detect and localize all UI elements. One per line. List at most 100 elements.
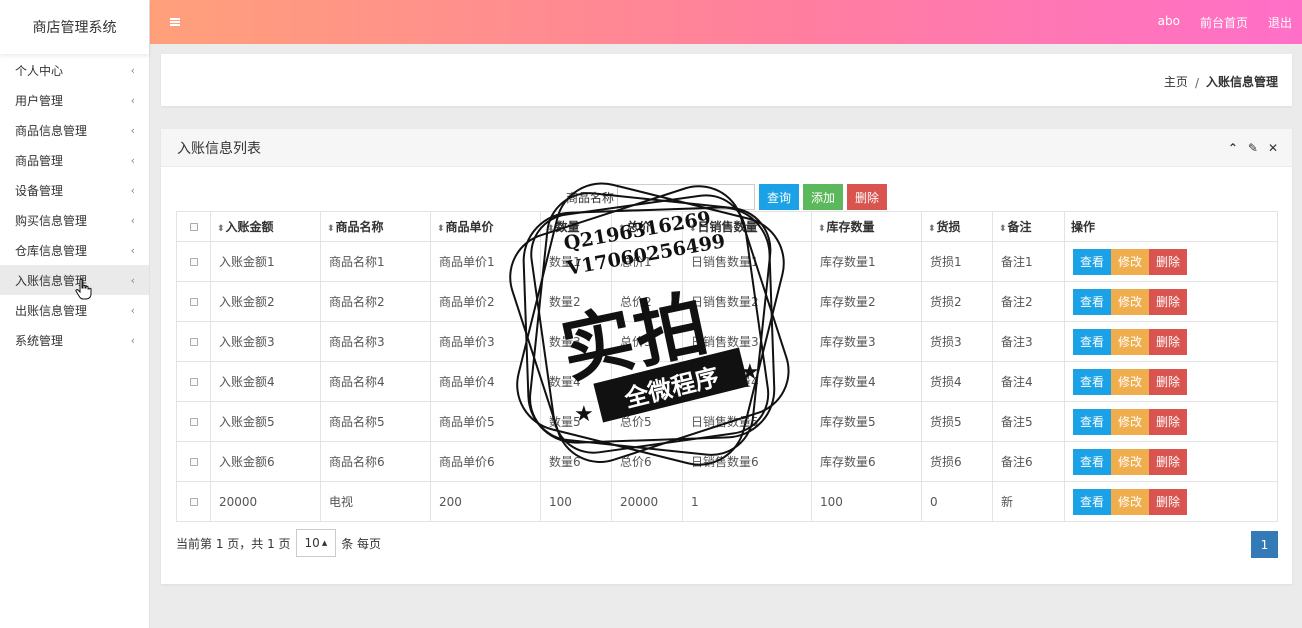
row-checkbox[interactable]: [189, 498, 198, 506]
page-button-current[interactable]: 1: [1251, 531, 1278, 558]
edit-button[interactable]: 修改: [1111, 368, 1150, 395]
table-cell: 商品名称2: [320, 281, 431, 322]
page-size-select[interactable]: 10 ▲: [295, 529, 337, 557]
collapse-icon[interactable]: ⌃: [1228, 141, 1238, 155]
view-button[interactable]: 查看: [1073, 448, 1112, 475]
panel-header: 入账信息列表 ⌃ ✎ ✕: [161, 129, 1292, 167]
sidebar: 商店管理系统 个人中心 ‹ 用户管理 ‹ 商品信息管理 ‹ 商品管理 ‹ 设备管理 ‹ 购买信息管理…: [0, 0, 150, 628]
edit-button[interactable]: 修改: [1111, 248, 1150, 275]
view-button[interactable]: 查看: [1073, 328, 1112, 355]
sidebar-item-label: 购买信息管理: [15, 213, 88, 228]
page-size-value: 10: [304, 536, 320, 550]
frontpage-link[interactable]: 前台首页: [1200, 14, 1248, 31]
sort-icon: ⬍: [818, 224, 826, 234]
delete-button[interactable]: 删除: [1149, 288, 1188, 315]
edit-button[interactable]: 修改: [1111, 288, 1150, 315]
sidebar-item[interactable]: 设备管理 ‹: [0, 175, 149, 205]
breadcrumb-separator: /: [1194, 76, 1199, 90]
table-cell: 货损4: [921, 361, 993, 402]
column-header[interactable]: ⬍备注: [992, 211, 1065, 242]
row-actions: 查看 修改 删除: [1064, 281, 1278, 322]
query-button[interactable]: 查询: [759, 184, 800, 210]
row-checkbox[interactable]: [189, 378, 198, 386]
column-header[interactable]: ⬍商品名称: [320, 211, 431, 242]
column-header[interactable]: ⬍入账金额: [210, 211, 321, 242]
add-button[interactable]: 添加: [803, 184, 844, 210]
table-cell: 商品名称5: [320, 401, 431, 442]
table-cell: 20000: [210, 481, 321, 522]
chevron-left-icon: ‹: [130, 303, 135, 317]
row-checkbox[interactable]: [189, 338, 198, 346]
table-cell: 库存数量5: [811, 401, 922, 442]
select-all-checkbox[interactable]: [189, 223, 198, 231]
table-row: 20000 电视 200 100 20000 1 100 0 新查看 修改 删除: [176, 481, 1278, 522]
edit-button[interactable]: 修改: [1111, 408, 1150, 435]
sort-icon: ⬍: [437, 224, 445, 234]
row-actions: 查看 修改 删除: [1064, 441, 1278, 482]
table-cell: 入账金额6: [210, 441, 321, 482]
edit-button[interactable]: 修改: [1111, 448, 1150, 475]
row-checkbox[interactable]: [189, 458, 198, 466]
batch-delete-button[interactable]: 删除: [847, 184, 888, 210]
table-cell: 数量6: [540, 441, 612, 482]
delete-button[interactable]: 删除: [1149, 488, 1188, 515]
sort-icon: ⬍: [547, 224, 555, 234]
sidebar-item[interactable]: 仓库信息管理 ‹: [0, 235, 149, 265]
brand-title: 商店管理系统: [0, 0, 149, 54]
row-checkbox[interactable]: [189, 418, 198, 426]
sidebar-item[interactable]: 个人中心 ‹: [0, 55, 149, 85]
row-actions: 查看 修改 删除: [1064, 361, 1278, 402]
table-cell: 商品名称3: [320, 321, 431, 362]
row-actions: 查看 修改 删除: [1064, 321, 1278, 362]
sidebar-item[interactable]: 商品信息管理 ‹: [0, 115, 149, 145]
view-button[interactable]: 查看: [1073, 248, 1112, 275]
breadcrumb-home[interactable]: 主页: [1164, 73, 1188, 90]
view-button[interactable]: 查看: [1073, 488, 1112, 515]
delete-button[interactable]: 删除: [1149, 248, 1188, 275]
delete-button[interactable]: 删除: [1149, 368, 1188, 395]
sidebar-item[interactable]: 商品管理 ‹: [0, 145, 149, 175]
column-header-label: 备注: [1007, 220, 1032, 234]
table-cell: 货损2: [921, 281, 993, 322]
user-name-link[interactable]: abo: [1158, 14, 1180, 31]
column-header[interactable]: ⬍货损: [921, 211, 993, 242]
sidebar-item[interactable]: 系统管理 ‹: [0, 325, 149, 355]
delete-button[interactable]: 删除: [1149, 448, 1188, 475]
table-cell: 货损3: [921, 321, 993, 362]
sidebar-item-label: 商品信息管理: [15, 123, 88, 138]
table-cell: 商品单价6: [430, 441, 541, 482]
table-cell: 100: [540, 481, 612, 522]
table-cell: 200: [430, 481, 541, 522]
row-checkbox-cell: [176, 321, 211, 362]
column-header-label: 货损: [936, 220, 961, 234]
row-checkbox[interactable]: [189, 298, 198, 306]
view-button[interactable]: 查看: [1073, 368, 1112, 395]
view-button[interactable]: 查看: [1073, 408, 1112, 435]
ops-column-header: 操作: [1064, 211, 1278, 242]
table-cell: 电视: [320, 481, 431, 522]
sidebar-item[interactable]: 用户管理 ‹: [0, 85, 149, 115]
search-bar: 商品名称 查询 添加 删除: [566, 184, 888, 210]
row-checkbox[interactable]: [189, 258, 198, 266]
column-header[interactable]: ⬍商品单价: [430, 211, 541, 242]
sidebar-item[interactable]: 购买信息管理 ‹: [0, 205, 149, 235]
menu-toggle-icon[interactable]: [170, 18, 180, 26]
row-actions: 查看 修改 删除: [1064, 401, 1278, 442]
delete-button[interactable]: 删除: [1149, 408, 1188, 435]
edit-button[interactable]: 修改: [1111, 488, 1150, 515]
sort-icon: ⬍: [999, 224, 1007, 234]
column-header[interactable]: ⬍库存数量: [811, 211, 922, 242]
logout-link[interactable]: 退出: [1268, 14, 1292, 31]
close-icon[interactable]: ✕: [1268, 141, 1278, 155]
row-checkbox-cell: [176, 441, 211, 482]
edit-button[interactable]: 修改: [1111, 328, 1150, 355]
delete-button[interactable]: 删除: [1149, 328, 1188, 355]
product-name-input[interactable]: [617, 184, 756, 210]
table-cell: 20000: [611, 481, 683, 522]
table-cell: 新: [992, 481, 1065, 522]
column-header-label: 商品名称: [335, 220, 384, 234]
wrench-icon[interactable]: ✎: [1248, 141, 1258, 155]
per-page-label: 条 每页: [341, 536, 382, 551]
row-checkbox-cell: [176, 241, 211, 282]
view-button[interactable]: 查看: [1073, 288, 1112, 315]
